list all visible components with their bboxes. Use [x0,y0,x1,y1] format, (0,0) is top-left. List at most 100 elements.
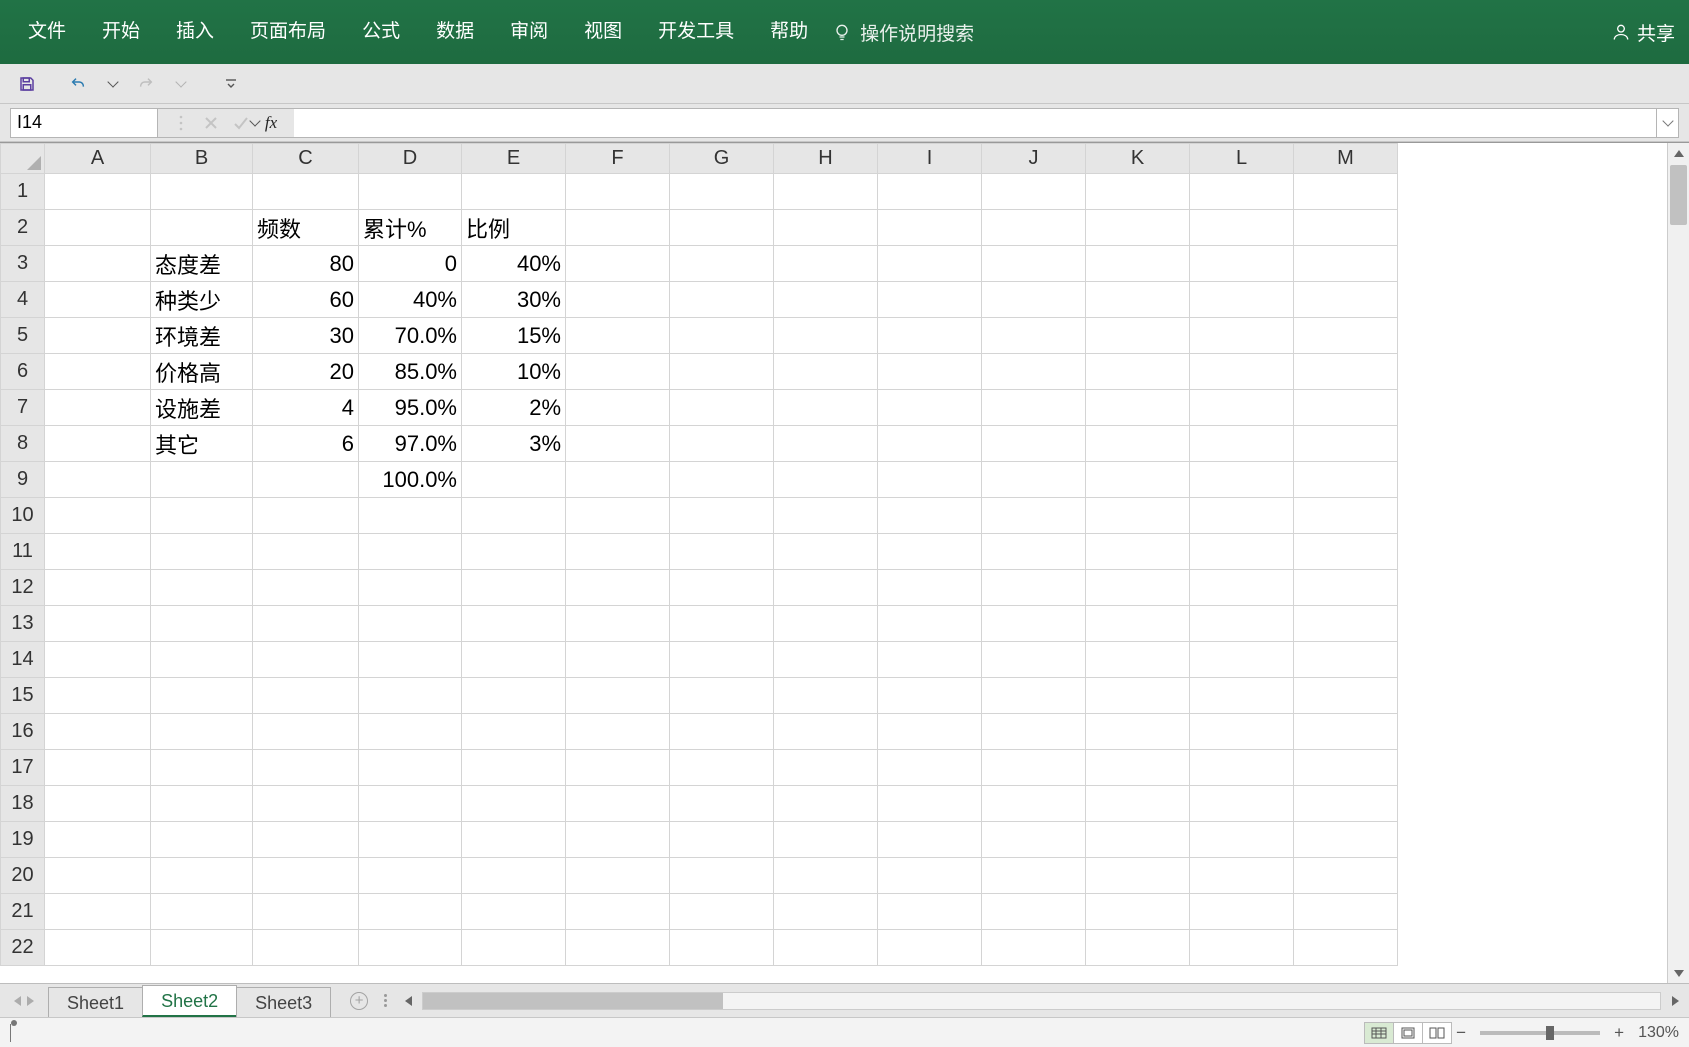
cell-D11[interactable] [359,534,462,570]
cell-K11[interactable] [1086,534,1190,570]
cell-A15[interactable] [45,678,151,714]
worksheet-grid[interactable]: ABCDEFGHIJKLM12频数累计%比例3态度差80040%4种类少6040… [0,143,1689,983]
ribbon-tab-data[interactable]: 数据 [418,0,492,64]
vertical-scroll-thumb[interactable] [1670,165,1687,225]
cell-M8[interactable] [1294,426,1398,462]
cell-L3[interactable] [1190,246,1294,282]
cell-A11[interactable] [45,534,151,570]
cell-A4[interactable] [45,282,151,318]
cell-H19[interactable] [774,822,878,858]
cell-I2[interactable] [878,210,982,246]
cell-I4[interactable] [878,282,982,318]
cell-A16[interactable] [45,714,151,750]
column-header-E[interactable]: E [462,144,566,174]
cell-C11[interactable] [253,534,359,570]
cell-C20[interactable] [253,858,359,894]
sheet-nav-prev-icon[interactable] [14,996,21,1006]
cell-A6[interactable] [45,354,151,390]
column-header-D[interactable]: D [359,144,462,174]
cell-H2[interactable] [774,210,878,246]
row-header-9[interactable]: 9 [1,462,45,498]
cell-I5[interactable] [878,318,982,354]
cell-C5[interactable]: 30 [253,318,359,354]
cell-L8[interactable] [1190,426,1294,462]
cell-C13[interactable] [253,606,359,642]
cell-F17[interactable] [566,750,670,786]
cell-H14[interactable] [774,642,878,678]
cell-D15[interactable] [359,678,462,714]
cell-E16[interactable] [462,714,566,750]
cell-L6[interactable] [1190,354,1294,390]
cell-B4[interactable]: 种类少 [151,282,253,318]
cell-H9[interactable] [774,462,878,498]
cell-H7[interactable] [774,390,878,426]
record-macro-icon[interactable] [10,1024,15,1042]
cell-D8[interactable]: 97.0% [359,426,462,462]
row-header-15[interactable]: 15 [1,678,45,714]
ribbon-tab-review[interactable]: 审阅 [492,0,566,64]
cell-K1[interactable] [1086,174,1190,210]
scroll-down-button[interactable] [1668,963,1689,983]
cell-H18[interactable] [774,786,878,822]
cell-E7[interactable]: 2% [462,390,566,426]
cell-L21[interactable] [1190,894,1294,930]
cell-D3[interactable]: 0 [359,246,462,282]
cell-K13[interactable] [1086,606,1190,642]
cell-F16[interactable] [566,714,670,750]
cell-K20[interactable] [1086,858,1190,894]
scroll-left-button[interactable] [398,991,418,1011]
cell-F11[interactable] [566,534,670,570]
cell-L4[interactable] [1190,282,1294,318]
cell-J20[interactable] [982,858,1086,894]
ribbon-tab-help[interactable]: 帮助 [752,0,826,64]
cell-E21[interactable] [462,894,566,930]
cell-A12[interactable] [45,570,151,606]
cell-G3[interactable] [670,246,774,282]
cell-G19[interactable] [670,822,774,858]
cell-I7[interactable] [878,390,982,426]
cell-I17[interactable] [878,750,982,786]
scroll-up-button[interactable] [1668,143,1689,163]
row-header-17[interactable]: 17 [1,750,45,786]
cell-B14[interactable] [151,642,253,678]
cell-F2[interactable] [566,210,670,246]
cell-C21[interactable] [253,894,359,930]
cell-L19[interactable] [1190,822,1294,858]
cell-K7[interactable] [1086,390,1190,426]
cell-L17[interactable] [1190,750,1294,786]
cell-M13[interactable] [1294,606,1398,642]
horizontal-scroll-thumb[interactable] [423,993,723,1009]
cell-J7[interactable] [982,390,1086,426]
cell-J19[interactable] [982,822,1086,858]
cell-L1[interactable] [1190,174,1294,210]
fx-icon[interactable]: fx [258,110,284,136]
cell-E10[interactable] [462,498,566,534]
cell-G11[interactable] [670,534,774,570]
ribbon-tab-home[interactable]: 开始 [84,0,158,64]
cell-F6[interactable] [566,354,670,390]
cell-B16[interactable] [151,714,253,750]
row-header-16[interactable]: 16 [1,714,45,750]
cell-L18[interactable] [1190,786,1294,822]
cell-L16[interactable] [1190,714,1294,750]
cell-H16[interactable] [774,714,878,750]
cell-E1[interactable] [462,174,566,210]
cell-A9[interactable] [45,462,151,498]
cell-K12[interactable] [1086,570,1190,606]
cell-H5[interactable] [774,318,878,354]
cell-K14[interactable] [1086,642,1190,678]
cell-L5[interactable] [1190,318,1294,354]
cell-C14[interactable] [253,642,359,678]
row-header-21[interactable]: 21 [1,894,45,930]
cell-E22[interactable] [462,930,566,966]
cell-D21[interactable] [359,894,462,930]
cell-C9[interactable] [253,462,359,498]
column-header-I[interactable]: I [878,144,982,174]
ribbon-tab-insert[interactable]: 插入 [158,0,232,64]
cell-J12[interactable] [982,570,1086,606]
cell-H22[interactable] [774,930,878,966]
ribbon-tab-pagelayout[interactable]: 页面布局 [232,0,344,64]
cell-F21[interactable] [566,894,670,930]
sheet-tab-sheet1[interactable]: Sheet1 [48,987,143,1017]
redo-dropdown[interactable] [167,71,193,97]
